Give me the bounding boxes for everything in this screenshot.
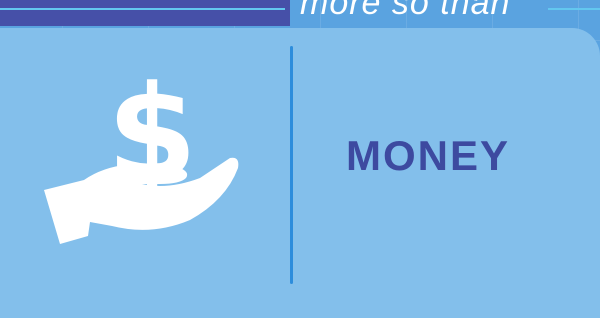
header-band [0,0,290,26]
banner-text: more so than [300,0,511,22]
money-label: MONEY [345,132,510,179]
hand-holding-dollar-icon: $ [44,60,239,244]
header-rule-left [0,8,285,10]
header-rule-right [548,8,600,10]
